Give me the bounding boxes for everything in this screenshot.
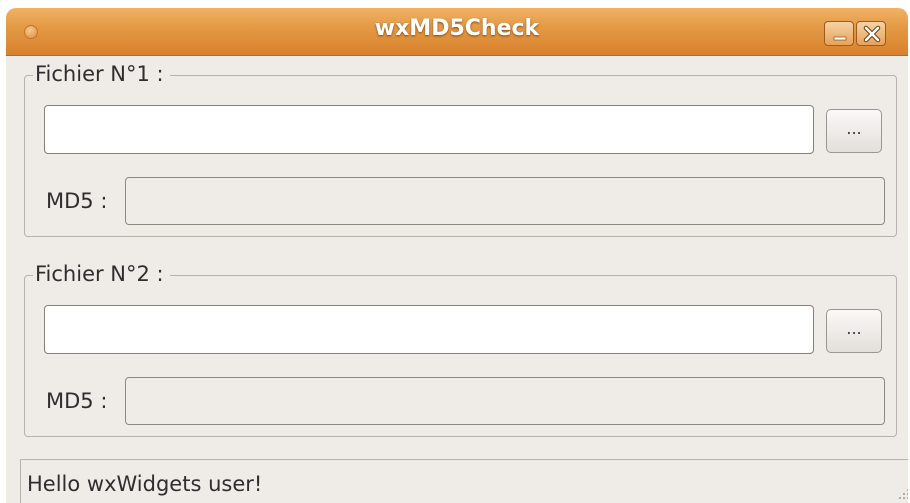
title-bar[interactable]: wxMD5Check (6, 8, 908, 56)
file2-browse-button[interactable]: ... (826, 309, 882, 353)
file1-md5-label: MD5 : (46, 189, 108, 213)
file2-legend: Fichier N°2 : (33, 262, 170, 286)
status-bar: Hello wxWidgets user! (20, 459, 908, 503)
file2-md5-field (125, 377, 885, 425)
close-icon (863, 25, 881, 43)
file1-path-input[interactable] (44, 105, 814, 154)
resize-grip-icon[interactable] (896, 486, 908, 500)
file1-browse-button[interactable]: ... (826, 109, 882, 153)
file2-md5-label: MD5 : (46, 389, 108, 413)
app-window: wxMD5Check Fichier N°1 : ... MD5 : Fichi… (6, 8, 908, 503)
file1-md5-field (125, 177, 885, 225)
close-button[interactable] (856, 21, 886, 46)
minimize-icon (833, 36, 847, 41)
file2-group: Fichier N°2 : ... MD5 : (24, 262, 897, 437)
file1-group: Fichier N°1 : ... MD5 : (24, 62, 897, 237)
file1-legend: Fichier N°1 : (33, 62, 170, 86)
status-text: Hello wxWidgets user! (27, 472, 263, 496)
file2-path-input[interactable] (44, 305, 814, 354)
window-title: wxMD5Check (374, 16, 540, 41)
minimize-button[interactable] (824, 21, 854, 46)
